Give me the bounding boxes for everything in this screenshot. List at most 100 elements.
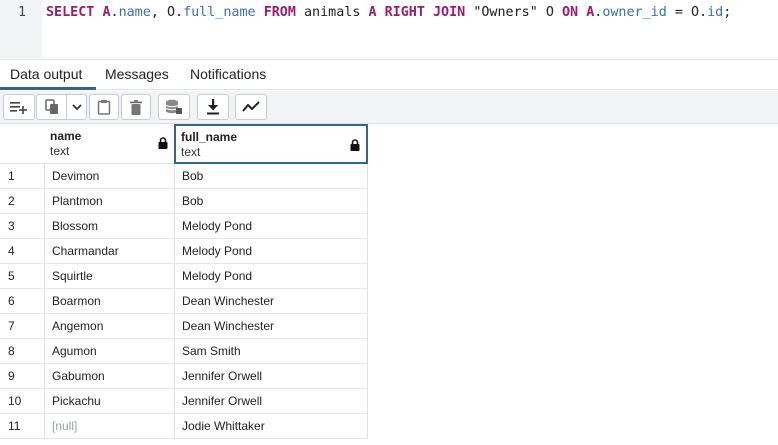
grid-corner[interactable] (0, 124, 45, 164)
cell-full-name[interactable]: Bob (174, 189, 368, 214)
sql-token: "Owners" (473, 5, 538, 20)
sql-token: name (118, 5, 151, 20)
save-data-button[interactable] (158, 94, 190, 120)
table-row[interactable]: 10 Pickachu Jennifer Orwell (0, 389, 368, 414)
row-number[interactable]: 3 (0, 214, 45, 239)
paste-button[interactable] (89, 94, 119, 120)
editor-gutter: 1 (0, 0, 42, 58)
cell-full-name[interactable]: Dean Winchester (174, 289, 368, 314)
sql-token: SELECT (46, 5, 95, 20)
sql-token: ; (723, 5, 732, 20)
sql-token: animals (295, 5, 369, 20)
output-tabs: Data output Messages Notifications (0, 59, 778, 90)
table-row[interactable]: 8 Agumon Sam Smith (0, 339, 368, 364)
cell-full-name[interactable]: Dean Winchester (174, 314, 368, 339)
sql-token: O (166, 5, 175, 20)
cell-full-name[interactable]: Jodie Whittaker (174, 414, 368, 439)
add-row-icon (10, 102, 27, 114)
cell-full-name[interactable]: Melody Pond (174, 239, 368, 264)
sql-token: O (537, 5, 562, 20)
cell-name[interactable]: Plantmon (44, 189, 175, 214)
column-name: name (50, 129, 82, 143)
data-toolbar (0, 91, 778, 124)
sql-token: id (707, 5, 724, 20)
sql-token: RIGHT JOIN (384, 5, 466, 20)
column-header-full-name[interactable]: full_name text (174, 124, 368, 164)
cell-full-name[interactable]: Melody Pond (174, 214, 368, 239)
row-number[interactable]: 8 (0, 339, 45, 364)
table-row[interactable]: 6 Boarmon Dean Winchester (0, 289, 368, 314)
row-number[interactable]: 6 (0, 289, 45, 314)
cell-name[interactable]: Charmandar (44, 239, 175, 264)
line-number: 1 (18, 5, 26, 20)
cell-full-name[interactable]: Bob (174, 164, 368, 189)
table-row[interactable]: 7 Angemon Dean Winchester (0, 314, 368, 339)
column-type: text (181, 145, 201, 159)
cell-name[interactable]: Boarmon (44, 289, 175, 314)
sql-token: . (110, 5, 119, 20)
cell-full-name[interactable]: Melody Pond (174, 264, 368, 289)
sql-token: . (175, 5, 184, 20)
row-number[interactable]: 5 (0, 264, 45, 289)
row-number[interactable]: 10 (0, 389, 45, 414)
sql-query-line[interactable]: SELECT A.name, O.full_name FROM animals … (46, 5, 731, 20)
lock-icon (350, 139, 360, 151)
row-number[interactable]: 2 (0, 189, 45, 214)
table-row[interactable]: 2 Plantmon Bob (0, 189, 368, 214)
cell-name[interactable]: Blossom (44, 214, 175, 239)
column-type: text (50, 144, 70, 158)
sql-token: owner_id (602, 5, 667, 20)
grid-header: name text full_name text (0, 124, 368, 164)
save-data-icon (165, 99, 182, 114)
sql-token: full_name (183, 5, 256, 20)
chevron-down-icon (71, 103, 82, 110)
cell-full-name[interactable]: Jennifer Orwell (174, 389, 368, 414)
download-button[interactable] (197, 94, 229, 120)
tab-messages[interactable]: Messages (105, 66, 169, 82)
graph-visualiser-button[interactable] (235, 94, 267, 120)
download-icon (207, 99, 219, 115)
row-number[interactable]: 1 (0, 164, 45, 189)
row-number[interactable]: 9 (0, 364, 45, 389)
table-row[interactable]: 5 Squirtle Melody Pond (0, 264, 368, 289)
add-row-button[interactable] (3, 94, 35, 120)
cell-name[interactable]: Gabumon (44, 364, 175, 389)
row-number[interactable]: 7 (0, 314, 45, 339)
sql-token: A (102, 5, 111, 20)
cell-name[interactable]: [null] (44, 414, 175, 439)
sql-token: A (368, 5, 377, 20)
cell-name[interactable]: Agumon (44, 339, 175, 364)
active-tab-indicator (0, 87, 96, 90)
sql-token: FROM (263, 5, 296, 20)
row-number[interactable]: 11 (0, 414, 45, 439)
column-name: full_name (181, 130, 238, 144)
table-row[interactable]: 9 Gabumon Jennifer Orwell (0, 364, 368, 389)
cell-full-name[interactable]: Jennifer Orwell (174, 364, 368, 389)
table-row[interactable]: 1 Devimon Bob (0, 164, 368, 189)
paste-icon (97, 100, 111, 115)
sql-token: ON (562, 5, 579, 20)
sql-token: = O. (666, 5, 708, 20)
delete-button[interactable] (121, 94, 151, 120)
copy-options-dropdown[interactable] (66, 94, 87, 120)
cell-name[interactable]: Devimon (44, 164, 175, 189)
cell-full-name[interactable]: Sam Smith (174, 339, 368, 364)
copy-button[interactable] (36, 94, 66, 120)
sql-token: , (150, 5, 167, 20)
query-editor[interactable]: 1 SELECT A.name, O.full_name FROM animal… (0, 0, 778, 58)
tab-notifications[interactable]: Notifications (190, 66, 266, 82)
column-header-name[interactable]: name text (44, 124, 175, 164)
table-row[interactable]: 3 Blossom Melody Pond (0, 214, 368, 239)
table-row[interactable]: 11 [null] Jodie Whittaker (0, 414, 368, 439)
cell-name[interactable]: Squirtle (44, 264, 175, 289)
cell-name[interactable]: Pickachu (44, 389, 175, 414)
lock-icon (158, 137, 168, 149)
cell-name[interactable]: Angemon (44, 314, 175, 339)
table-row[interactable]: 4 Charmandar Melody Pond (0, 239, 368, 264)
row-number[interactable]: 4 (0, 239, 45, 264)
copy-icon (44, 99, 58, 114)
tab-data-output[interactable]: Data output (10, 66, 82, 88)
